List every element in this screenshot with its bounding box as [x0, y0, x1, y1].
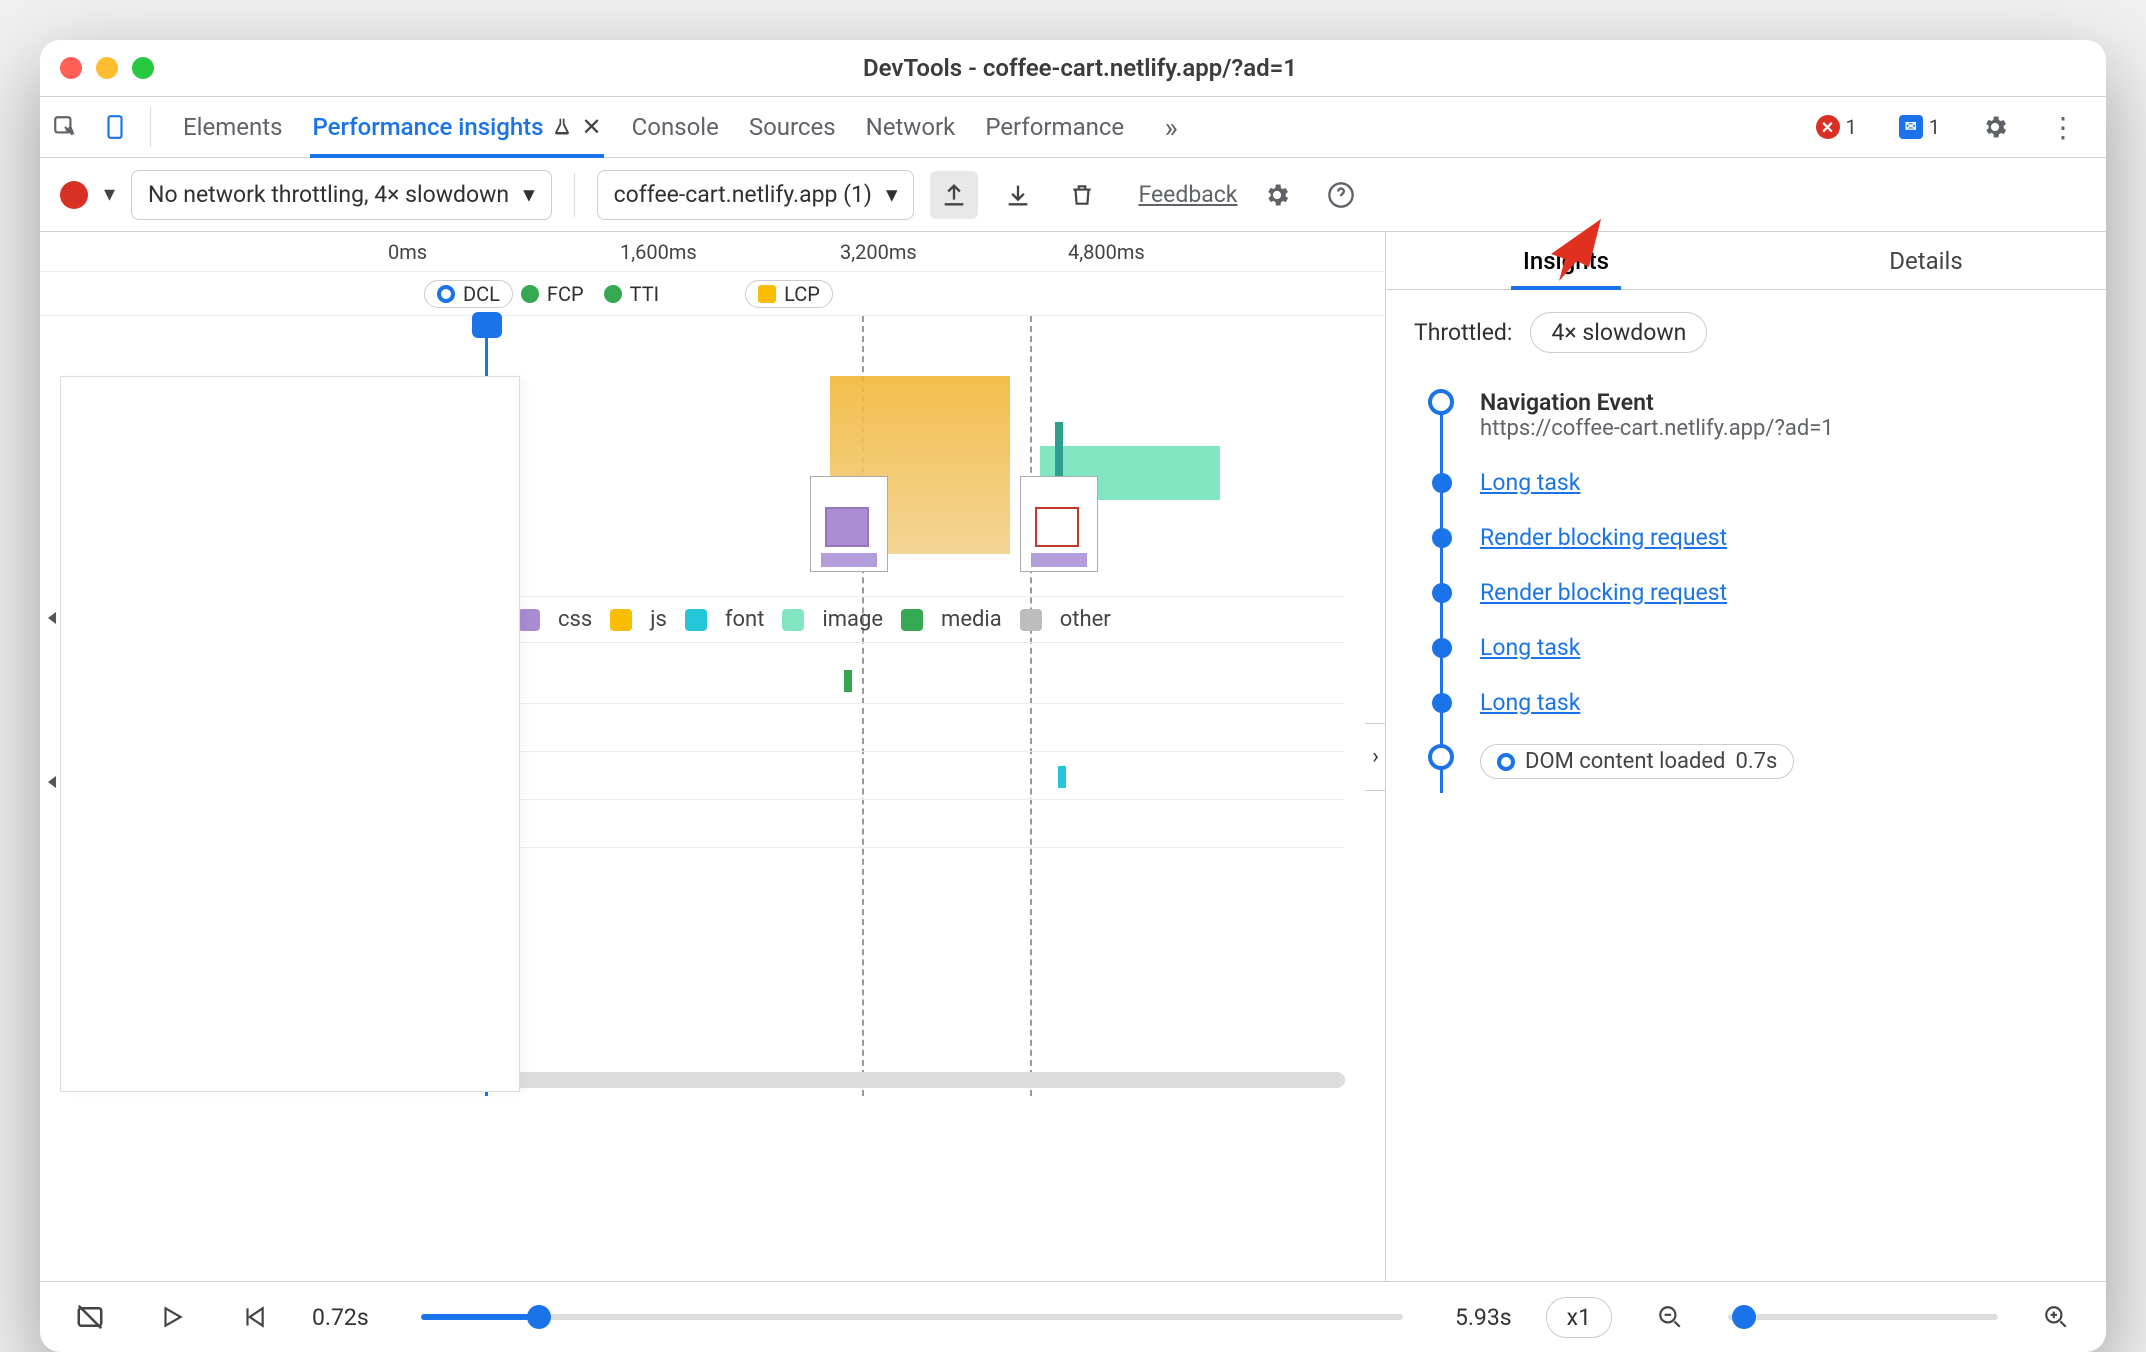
- screenshot-thumb[interactable]: [1020, 476, 1098, 572]
- record-button[interactable]: [60, 181, 88, 209]
- playback-bar: 0.72s 5.93s x1: [40, 1282, 2106, 1352]
- network-tracks[interactable]: [518, 656, 1345, 848]
- task-bar[interactable]: [1055, 422, 1063, 478]
- insight-dcl[interactable]: DOM content loaded 0.7s: [1426, 730, 2086, 793]
- legend-swatch-image: [782, 609, 804, 631]
- experiment-icon: [552, 117, 572, 137]
- more-tabs-icon[interactable]: »: [1146, 96, 1196, 158]
- insight-item[interactable]: Render blocking request: [1426, 510, 2086, 565]
- legend-swatch-font: [685, 609, 707, 631]
- message-icon: ✉: [1899, 115, 1923, 139]
- legend-swatch-media: [901, 609, 923, 631]
- zoom-slider[interactable]: [1728, 1314, 1998, 1320]
- zoom-window-button[interactable]: [132, 57, 154, 79]
- timeline-slider[interactable]: [421, 1314, 1403, 1320]
- session-select[interactable]: coffee-cart.netlify.app (1)▾: [597, 170, 915, 220]
- legend-swatch-css: [518, 609, 540, 631]
- throttling-select[interactable]: No network throttling, 4× slowdown▾: [131, 170, 552, 220]
- status-area: ✕ 1 ✉ 1 ⋮: [1786, 96, 2107, 158]
- devtools-window: DevTools - coffee-cart.netlify.app/?ad=1…: [40, 40, 2106, 1352]
- panel-tabs: Elements Performance insights ✕ Console …: [161, 97, 1146, 157]
- insight-item[interactable]: Long task: [1426, 455, 2086, 510]
- filmstrip-preview: [60, 376, 520, 1092]
- resource-legend: css js font image media other: [518, 596, 1345, 643]
- play-icon[interactable]: [148, 1293, 196, 1341]
- close-window-button[interactable]: [60, 57, 82, 79]
- screenshot-thumb[interactable]: [810, 476, 888, 572]
- insights-sidebar: Insights Details Throttled: 4× slowdown …: [1386, 232, 2106, 1281]
- insight-navigation-event[interactable]: Navigation Event https://coffee-cart.net…: [1426, 375, 2086, 455]
- throttle-status: Throttled: 4× slowdown: [1386, 290, 2106, 375]
- tab-network[interactable]: Network: [864, 97, 958, 157]
- marker-dcl[interactable]: DCL: [424, 280, 513, 308]
- record-options-chevron[interactable]: ▾: [104, 182, 115, 207]
- tab-sources[interactable]: Sources: [747, 97, 838, 157]
- tracks-area[interactable]: css js font image media other: [40, 316, 1385, 1096]
- recording-toolbar: ▾ No network throttling, 4× slowdown▾ co…: [40, 158, 2106, 232]
- marker-fcp[interactable]: FCP: [521, 281, 596, 307]
- toggle-screenshots-icon[interactable]: [66, 1293, 114, 1341]
- timeline-pane[interactable]: 0ms 1,600ms 3,200ms 4,800ms DCL FCP TTI …: [40, 232, 1386, 1281]
- main-content: 0ms 1,600ms 3,200ms 4,800ms DCL FCP TTI …: [40, 232, 2106, 1282]
- sidebar-toggle[interactable]: ›: [1365, 723, 1386, 791]
- panel-settings-icon[interactable]: [1253, 171, 1301, 219]
- insight-item[interactable]: Long task: [1426, 675, 2086, 730]
- window-title: DevTools - coffee-cart.netlify.app/?ad=1: [154, 54, 2006, 82]
- tab-elements[interactable]: Elements: [181, 97, 284, 157]
- callout-arrow-icon: [1531, 209, 1611, 289]
- zoom-in-icon[interactable]: [2032, 1293, 2080, 1341]
- feedback-link[interactable]: Feedback: [1138, 181, 1237, 208]
- kebab-menu-icon[interactable]: ⋮: [2038, 96, 2088, 158]
- export-button[interactable]: [930, 171, 978, 219]
- device-toggle-icon[interactable]: [90, 96, 140, 158]
- marker-lcp[interactable]: LCP: [745, 280, 833, 308]
- track-expand-icon[interactable]: [48, 776, 56, 788]
- tab-performance-insights[interactable]: Performance insights ✕: [310, 97, 603, 157]
- playback-speed[interactable]: x1: [1546, 1297, 1612, 1338]
- tab-console[interactable]: Console: [630, 97, 721, 157]
- current-time: 0.72s: [312, 1304, 369, 1331]
- legend-swatch-js: [610, 609, 632, 631]
- insights-timeline: Navigation Event https://coffee-cart.net…: [1386, 375, 2106, 1281]
- traffic-lights: [60, 57, 154, 79]
- metric-markers: DCL FCP TTI LCP: [40, 272, 1385, 316]
- error-count[interactable]: ✕ 1: [1804, 113, 1869, 141]
- inspect-element-icon[interactable]: [40, 96, 90, 158]
- time-ruler[interactable]: 0ms 1,600ms 3,200ms 4,800ms: [40, 232, 1385, 272]
- zoom-out-icon[interactable]: [1646, 1293, 1694, 1341]
- total-time: 5.93s: [1455, 1304, 1512, 1331]
- throttle-chip[interactable]: 4× slowdown: [1530, 312, 1707, 353]
- settings-icon[interactable]: [1970, 96, 2020, 158]
- message-count[interactable]: ✉ 1: [1887, 113, 1952, 141]
- delete-button[interactable]: [1058, 171, 1106, 219]
- main-toolbar: Elements Performance insights ✕ Console …: [40, 96, 2106, 158]
- insight-item[interactable]: Render blocking request: [1426, 565, 2086, 620]
- sidebar-tabs: Insights Details: [1386, 232, 2106, 290]
- error-icon: ✕: [1816, 115, 1840, 139]
- marker-tti[interactable]: TTI: [604, 281, 671, 307]
- tab-performance[interactable]: Performance: [983, 97, 1126, 157]
- insight-item[interactable]: Long task: [1426, 620, 2086, 675]
- close-tab-icon[interactable]: ✕: [582, 113, 602, 141]
- minimize-window-button[interactable]: [96, 57, 118, 79]
- tab-details[interactable]: Details: [1746, 232, 2106, 289]
- import-button[interactable]: [994, 171, 1042, 219]
- track-expand-icon[interactable]: [48, 612, 56, 624]
- rewind-icon[interactable]: [230, 1293, 278, 1341]
- help-icon[interactable]: [1317, 171, 1365, 219]
- window-titlebar: DevTools - coffee-cart.netlify.app/?ad=1: [40, 40, 2106, 96]
- legend-swatch-other: [1020, 609, 1042, 631]
